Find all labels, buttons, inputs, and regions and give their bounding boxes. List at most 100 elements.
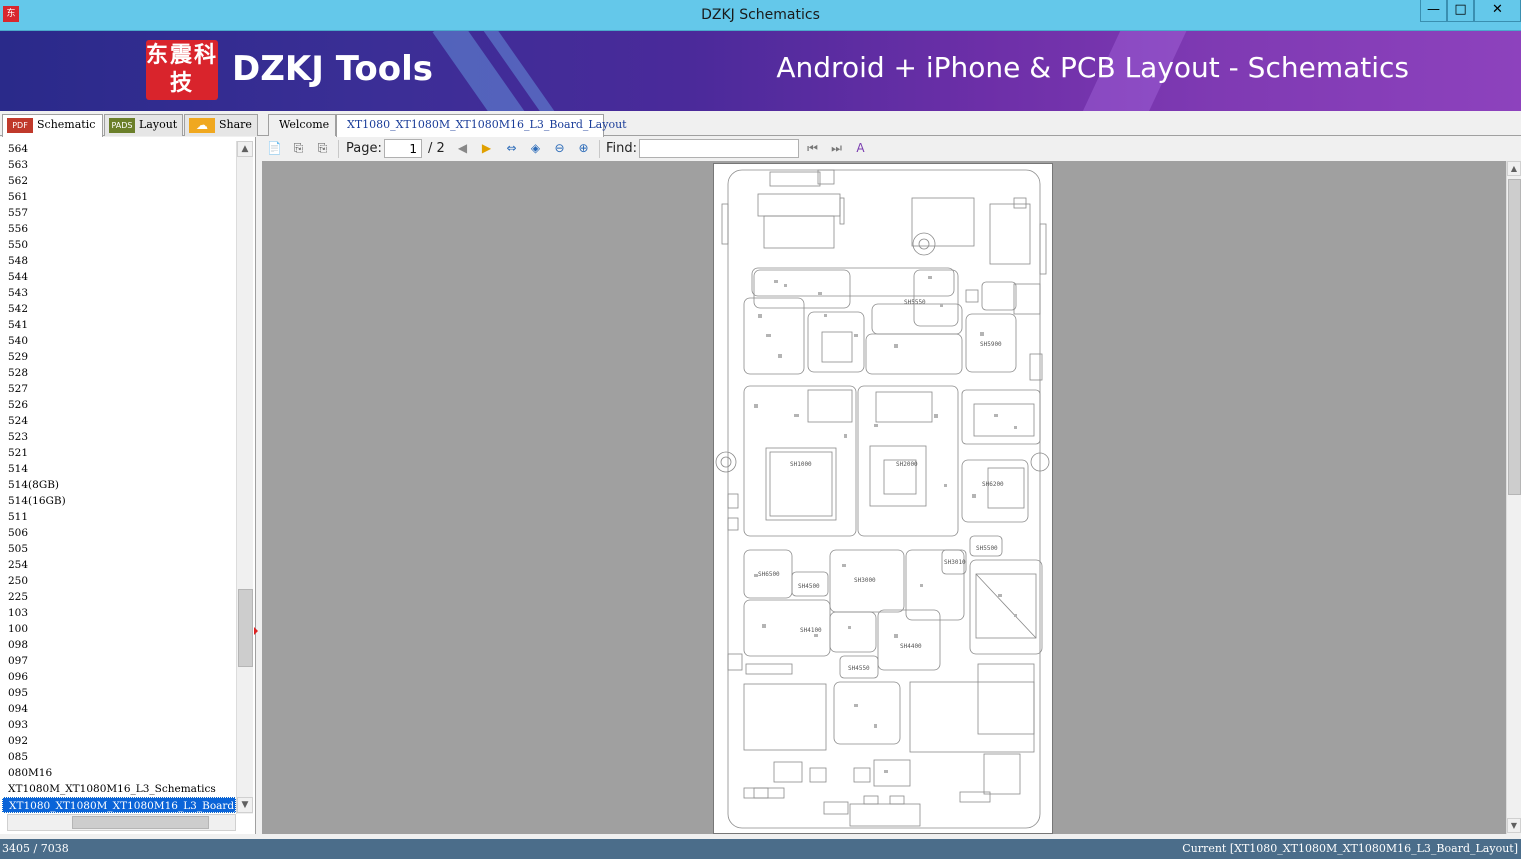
list-item[interactable]: 225: [2, 589, 236, 605]
scroll-thumb[interactable]: [238, 589, 253, 667]
list-item[interactable]: 563: [2, 157, 236, 173]
list-item[interactable]: 543: [2, 285, 236, 301]
scroll-up-icon[interactable]: ▲: [1507, 161, 1521, 176]
find-input[interactable]: [639, 139, 799, 158]
close-button[interactable]: ✕: [1474, 0, 1521, 22]
document-viewer[interactable]: SH1000 SH2000 SH3000 SH4100 SH4400 SH450…: [262, 161, 1506, 834]
board-label: SH6500: [758, 571, 780, 578]
board-label: SH4400: [900, 643, 922, 650]
scroll-up-icon[interactable]: ▲: [237, 141, 253, 157]
list-item[interactable]: 564: [2, 141, 236, 157]
document-vertical-scrollbar[interactable]: ▲ ▼: [1506, 161, 1521, 834]
fit-page-icon[interactable]: ◈: [527, 140, 544, 157]
status-bar: 3405 / 7038 Current [XT1080_XT1080M_XT10…: [0, 839, 1521, 859]
list-item[interactable]: 514(16GB): [2, 493, 236, 509]
list-item[interactable]: 098: [2, 637, 236, 653]
list-item[interactable]: XT1080_XT1080M_XT1080M16_L3_Board_Layout: [2, 797, 236, 813]
list-item[interactable]: 254: [2, 557, 236, 573]
pads-icon: PADS: [109, 118, 135, 133]
list-item[interactable]: 526: [2, 397, 236, 413]
list-item[interactable]: 523: [2, 429, 236, 445]
list-item[interactable]: 521: [2, 445, 236, 461]
list-item[interactable]: 092: [2, 733, 236, 749]
document-list-pane: 564 563 562 561 557 556 550 548 544 543 542 541 540 5…: [0, 137, 258, 834]
open-icon[interactable]: 📄: [266, 140, 283, 157]
list-vertical-scrollbar[interactable]: ▲ ▼: [236, 141, 253, 814]
list-item[interactable]: 524: [2, 413, 236, 429]
list-item[interactable]: 250: [2, 573, 236, 589]
tab-label: Layout: [139, 118, 178, 131]
board-label: SH1000: [790, 461, 812, 468]
list-item[interactable]: 527: [2, 381, 236, 397]
list-item[interactable]: 505: [2, 541, 236, 557]
list-item[interactable]: 561: [2, 189, 236, 205]
find-label: Find:: [606, 141, 638, 156]
list-item[interactable]: 556: [2, 221, 236, 237]
find-next-icon[interactable]: ⏭: [828, 140, 845, 157]
list-item[interactable]: 544: [2, 269, 236, 285]
page-label: Page:: [346, 141, 382, 156]
list-item[interactable]: 096: [2, 669, 236, 685]
splitter-arrow-icon[interactable]: [254, 627, 258, 635]
list-item[interactable]: 100: [2, 621, 236, 637]
maximize-button[interactable]: □: [1447, 0, 1474, 22]
board-label: SH6200: [982, 481, 1004, 488]
page-total: / 2: [428, 141, 445, 156]
zoom-out-icon[interactable]: ⊖: [551, 140, 568, 157]
list-item[interactable]: 514(8GB): [2, 477, 236, 493]
highlight-text-icon[interactable]: A: [852, 140, 869, 157]
tab-label: Schematic: [37, 118, 96, 131]
list-item[interactable]: 103: [2, 605, 236, 621]
scroll-down-icon[interactable]: ▼: [1507, 818, 1521, 833]
list-item[interactable]: 541: [2, 317, 236, 333]
list-item[interactable]: 514: [2, 461, 236, 477]
board-label: SH5500: [976, 545, 998, 552]
list-item[interactable]: 094: [2, 701, 236, 717]
tab-label: XT1080_XT1080M_XT1080M16_L3_Board_Layout: [347, 118, 627, 131]
tab-label: Share: [219, 118, 252, 131]
fit-width-icon[interactable]: ⇔: [503, 140, 520, 157]
list-item[interactable]: 529: [2, 349, 236, 365]
next-page-icon[interactable]: ▶: [478, 140, 495, 157]
list-item[interactable]: 093: [2, 717, 236, 733]
paste-icon[interactable]: ⎘: [314, 140, 331, 157]
pcb-board-drawing: SH1000 SH2000 SH3000 SH4100 SH4400 SH450…: [715, 169, 1050, 829]
list-item[interactable]: 080M16: [2, 765, 236, 781]
list-item[interactable]: 095: [2, 685, 236, 701]
list-item[interactable]: 511: [2, 509, 236, 525]
tab-schematic[interactable]: PDF Schematic: [2, 114, 103, 137]
list-item[interactable]: 548: [2, 253, 236, 269]
banner-tagline: Android + iPhone & PCB Layout - Schemati…: [776, 51, 1409, 84]
list-item[interactable]: 550: [2, 237, 236, 253]
list-item[interactable]: 542: [2, 301, 236, 317]
document-list[interactable]: 564 563 562 561 557 556 550 548 544 543 542 541 540 5…: [2, 141, 236, 814]
list-item[interactable]: 562: [2, 173, 236, 189]
previous-page-icon[interactable]: ◀: [454, 140, 471, 157]
toolbar-divider: [599, 140, 600, 158]
list-item[interactable]: 085: [2, 749, 236, 765]
page-number-input[interactable]: [384, 139, 422, 158]
list-item[interactable]: 557: [2, 205, 236, 221]
tab-layout[interactable]: PADS Layout: [104, 114, 183, 136]
current-document: Current [XT1080_XT1080M_XT1080M16_L3_Boa…: [1182, 842, 1518, 855]
list-item[interactable]: 528: [2, 365, 236, 381]
find-previous-icon[interactable]: ⏮: [804, 140, 821, 157]
scroll-down-icon[interactable]: ▼: [237, 797, 253, 813]
pcb-layout-page[interactable]: SH1000 SH2000 SH3000 SH4100 SH4400 SH450…: [713, 163, 1053, 834]
tab-board-layout[interactable]: XT1080_XT1080M_XT1080M16_L3_Board_Layout…: [336, 114, 627, 152]
list-horizontal-scrollbar[interactable]: [7, 814, 236, 831]
scroll-thumb[interactable]: [72, 816, 209, 829]
list-item[interactable]: 506: [2, 525, 236, 541]
copy-icon[interactable]: ⎘: [290, 140, 307, 157]
scroll-thumb[interactable]: [1508, 179, 1521, 495]
pdf-icon: PDF: [7, 118, 33, 133]
tab-share[interactable]: ☁ Share: [184, 114, 258, 136]
minimize-button[interactable]: —: [1420, 0, 1447, 22]
list-item[interactable]: XT1080M_XT1080M16_L3_Schematics: [2, 781, 236, 797]
board-label: SH4100: [800, 627, 822, 634]
tab-welcome[interactable]: Welcome: [268, 114, 336, 136]
list-item[interactable]: 540: [2, 333, 236, 349]
brand-name: DZKJ Tools: [232, 49, 433, 89]
zoom-in-icon[interactable]: ⊕: [575, 140, 592, 157]
list-item[interactable]: 097: [2, 653, 236, 669]
